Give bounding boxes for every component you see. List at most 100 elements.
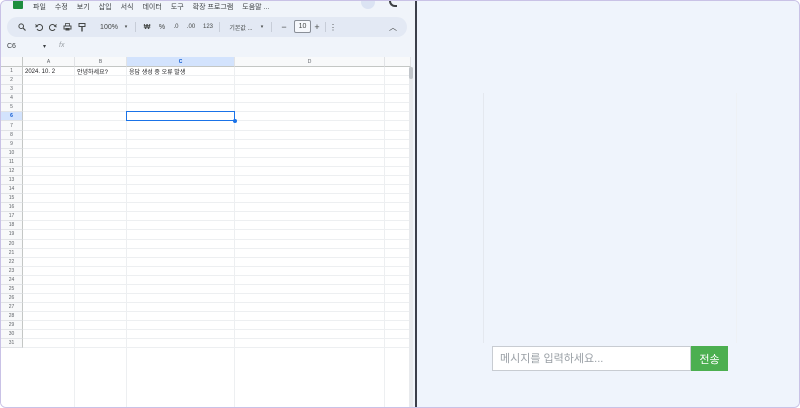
menu-tools[interactable]: 도구 xyxy=(171,2,184,12)
row-header-24[interactable]: 24 xyxy=(1,275,23,285)
row-header-28[interactable]: 28 xyxy=(1,312,23,322)
grid-row-line xyxy=(23,247,411,249)
grid-row-line xyxy=(23,174,411,176)
row-header-5[interactable]: 5 xyxy=(1,103,23,113)
grid-row-line xyxy=(23,283,411,285)
row-header-1[interactable]: 1 xyxy=(1,67,23,77)
toolbar-separator xyxy=(271,22,272,32)
paint-format-icon[interactable] xyxy=(77,21,87,33)
spreadsheet-pane: 파일 수정 보기 삽입 서식 데이터 도구 확장 프로그램 도움말 ... 10… xyxy=(1,1,415,407)
grid-row-line xyxy=(23,238,411,240)
message-input[interactable] xyxy=(492,346,691,371)
cell-a1[interactable]: 2024. 10. 2 xyxy=(23,67,55,76)
history-icon[interactable] xyxy=(389,1,397,7)
fill-handle[interactable] xyxy=(232,118,237,123)
row-header-14[interactable]: 14 xyxy=(1,185,23,195)
collapse-toolbar-icon[interactable]: ︿ xyxy=(387,21,399,33)
row-header-18[interactable]: 18 xyxy=(1,221,23,231)
decrease-decimal-button[interactable]: .0 xyxy=(171,21,181,33)
increase-decimal-button[interactable]: .00 xyxy=(185,21,197,33)
name-box[interactable]: C6 xyxy=(7,43,16,50)
undo-icon[interactable] xyxy=(34,21,44,33)
grid-row-line xyxy=(23,293,411,294)
toolbar-separator xyxy=(219,22,220,32)
print-icon[interactable] xyxy=(62,21,72,33)
column-header-d[interactable]: D xyxy=(235,57,385,67)
menu-extensions[interactable]: 확장 프로그램 xyxy=(193,2,234,12)
redo-icon[interactable] xyxy=(48,21,58,33)
grid-row-line xyxy=(23,329,411,331)
row-header-29[interactable]: 29 xyxy=(1,321,23,331)
row-header-4[interactable]: 4 xyxy=(1,94,23,104)
font-size-field[interactable]: 10 xyxy=(294,20,311,33)
row-header-16[interactable]: 16 xyxy=(1,203,23,213)
cell-grid[interactable]: A B C D 1 2 3 4 5 6 7 8 9 10 11 12 13 14 15 16 17 18 19 20 21 22 2… xyxy=(1,57,411,407)
toolbar-separator xyxy=(325,22,326,32)
row-header-19[interactable]: 19 xyxy=(1,230,23,240)
font-select[interactable]: 기본값 ... xyxy=(225,21,257,33)
row-header-6[interactable]: 6 xyxy=(1,112,23,122)
row-header-17[interactable]: 17 xyxy=(1,212,23,222)
row-header-21[interactable]: 21 xyxy=(1,248,23,258)
row-header-27[interactable]: 27 xyxy=(1,303,23,313)
grid-row-line xyxy=(23,184,411,186)
zoom-caret-icon[interactable]: ▾ xyxy=(122,21,130,33)
grid-row-line xyxy=(23,147,411,149)
row-header-31[interactable]: 31 xyxy=(1,339,23,349)
column-header-b[interactable]: B xyxy=(75,57,127,67)
grid-row-line xyxy=(23,165,411,167)
cell-c1[interactable]: 응답 생성 중 오류 발생 xyxy=(127,67,185,76)
row-header-20[interactable]: 20 xyxy=(1,239,23,249)
cell-b1[interactable]: 안녕하세요? xyxy=(75,67,108,76)
row-header-22[interactable]: 22 xyxy=(1,257,23,267)
menu-help[interactable]: 도움말 ... xyxy=(242,2,269,12)
row-header-3[interactable]: 3 xyxy=(1,85,23,95)
row-header-26[interactable]: 26 xyxy=(1,294,23,304)
menu-format[interactable]: 서식 xyxy=(121,2,134,12)
row-header-10[interactable]: 10 xyxy=(1,148,23,158)
column-header-overflow[interactable] xyxy=(385,57,411,67)
fx-label: fx xyxy=(59,42,65,49)
zoom-select[interactable]: 100% xyxy=(97,21,121,33)
grid-row-line xyxy=(23,338,411,340)
row-header-25[interactable]: 25 xyxy=(1,284,23,294)
vertical-scrollbar[interactable] xyxy=(409,67,413,407)
column-header-c[interactable]: C xyxy=(127,57,235,67)
row-header-7[interactable]: 7 xyxy=(1,121,23,131)
search-icon[interactable] xyxy=(17,21,27,33)
menu-edit[interactable]: 수정 xyxy=(55,2,68,12)
menu-bar: 파일 수정 보기 삽입 서식 데이터 도구 확장 프로그램 도움말 ... xyxy=(1,1,415,13)
grid-row-line xyxy=(23,274,411,276)
row-header-12[interactable]: 12 xyxy=(1,166,23,176)
font-size-decrease-button[interactable]: − xyxy=(279,21,289,33)
row-header-2[interactable]: 2 xyxy=(1,76,23,86)
avatar[interactable] xyxy=(361,1,375,9)
column-header-a[interactable]: A xyxy=(23,57,75,67)
row-header-11[interactable]: 11 xyxy=(1,157,23,167)
row-header-9[interactable]: 9 xyxy=(1,139,23,149)
menu-file[interactable]: 파일 xyxy=(33,2,46,12)
font-size-increase-button[interactable]: + xyxy=(312,21,322,33)
percent-format-button[interactable]: % xyxy=(157,21,167,33)
grid-row-line xyxy=(23,193,411,195)
menu-view[interactable]: 보기 xyxy=(77,2,90,12)
menu-insert[interactable]: 삽입 xyxy=(99,2,112,12)
select-all-corner[interactable] xyxy=(1,57,23,67)
row-header-30[interactable]: 30 xyxy=(1,330,23,340)
currency-format-button[interactable]: ₩ xyxy=(142,21,152,33)
row-header-23[interactable]: 23 xyxy=(1,266,23,276)
active-cell-selection[interactable] xyxy=(126,111,235,122)
more-options-icon[interactable]: ⋮ xyxy=(329,21,337,33)
chat-panel: 전송 xyxy=(417,1,799,407)
grid-row-line xyxy=(23,311,411,313)
row-header-8[interactable]: 8 xyxy=(1,130,23,140)
scrollbar-thumb[interactable] xyxy=(409,67,413,79)
send-button[interactable]: 전송 xyxy=(691,346,728,371)
grid-row-line xyxy=(23,202,411,204)
name-box-caret-icon[interactable]: ▾ xyxy=(43,43,46,50)
menu-data[interactable]: 데이터 xyxy=(142,2,161,12)
number-format-button[interactable]: 123 xyxy=(201,21,215,33)
row-header-15[interactable]: 15 xyxy=(1,194,23,204)
font-caret-icon[interactable]: ▾ xyxy=(258,21,266,33)
row-header-13[interactable]: 13 xyxy=(1,175,23,186)
